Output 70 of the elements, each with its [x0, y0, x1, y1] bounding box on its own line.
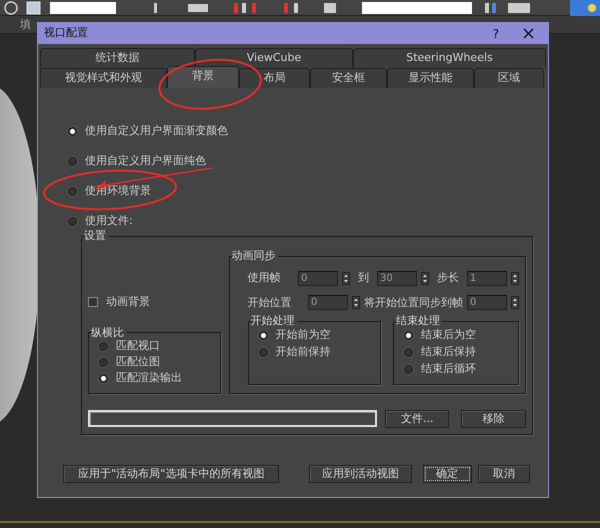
number-field[interactable]: 0: [467, 295, 507, 310]
tab[interactable]: 统计数据: [40, 48, 195, 68]
number-field[interactable]: 0: [298, 270, 338, 286]
tab[interactable]: 安全框: [310, 68, 387, 88]
radio-button[interactable]: [404, 365, 413, 374]
ribbon-tab[interactable]: 填: [20, 16, 31, 33]
highlighted-tool-icon[interactable]: [570, 0, 600, 16]
number-field[interactable]: 1: [467, 270, 507, 286]
radio-button[interactable]: [258, 348, 268, 357]
radio-label: 匹配渲染输出: [116, 370, 182, 386]
field-label: 将开始位置同步到帧: [364, 294, 463, 310]
checkbox[interactable]: [88, 297, 98, 308]
tab[interactable]: ViewCube: [195, 48, 353, 68]
radio-label: 开始前保持: [276, 344, 331, 360]
radio-button[interactable]: [99, 358, 108, 367]
radio-label: 结束后保持: [421, 344, 476, 360]
spinner-icon[interactable]: [421, 272, 429, 285]
spinner-icon[interactable]: [511, 272, 519, 285]
spinner-icon[interactable]: [352, 296, 360, 310]
radio-label: 匹配位图: [116, 354, 160, 370]
group-title: 动画同步: [232, 250, 277, 262]
tab[interactable]: 视觉样式和外观: [40, 68, 167, 88]
toolbar-field[interactable]: [362, 2, 472, 14]
tab[interactable]: 背景: [167, 66, 239, 88]
tab[interactable]: 显示性能: [387, 68, 474, 88]
dialog-button[interactable]: 取消: [478, 465, 530, 483]
spinner-icon[interactable]: [342, 272, 350, 285]
radio-button[interactable]: [68, 126, 77, 136]
circle-icon[interactable]: [4, 0, 18, 14]
radio-button[interactable]: [68, 216, 77, 226]
radio-button[interactable]: [99, 374, 108, 383]
tab[interactable]: SteeringWheels: [353, 48, 546, 68]
radio-button[interactable]: [258, 331, 268, 340]
radio-label: 匹配视口: [116, 338, 160, 354]
spinner-icon[interactable]: [511, 296, 519, 310]
group-title: 结束处理: [396, 315, 441, 327]
field-label: 开始位置: [248, 294, 293, 310]
radio-label: 使用自定义用户界面纯色: [85, 152, 206, 169]
tab[interactable]: 布局: [239, 68, 310, 88]
radio-label: 结束后循环: [421, 361, 476, 378]
radio-button[interactable]: [404, 331, 413, 340]
tab[interactable]: 区域: [474, 68, 544, 88]
checkbox-label: 动画背景: [106, 294, 150, 310]
number-field[interactable]: 0: [308, 295, 348, 310]
field-label: 步长: [437, 270, 459, 286]
radio-label: 使用自定义用户界面渐变颜色: [85, 122, 228, 139]
file-path-field[interactable]: [88, 410, 377, 427]
field-label: 使用帧: [248, 270, 282, 286]
group-title: 开始处理: [250, 315, 296, 327]
file-button[interactable]: 文件...: [384, 410, 450, 428]
close-icon[interactable]: [523, 28, 534, 39]
dialog-title: 视口配置: [44, 25, 88, 42]
radio-button[interactable]: [404, 348, 413, 357]
radio-label: 开始前为空: [276, 327, 331, 344]
remove-button[interactable]: 移除: [461, 410, 526, 428]
radio-button[interactable]: [68, 156, 77, 166]
dialog-button[interactable]: 应用到活动视图: [309, 465, 412, 483]
group-title: 设置: [84, 230, 107, 242]
group-title: 纵横比: [91, 326, 125, 338]
dialog-button[interactable]: 确定: [422, 465, 472, 483]
window-icon[interactable]: [26, 0, 42, 14]
radio-button[interactable]: [68, 186, 77, 196]
radio-label: 结束后为空: [421, 327, 476, 344]
help-button[interactable]: ?: [492, 24, 499, 42]
dialog-button[interactable]: 应用于"活动布局"选项卡中的所有视图: [63, 465, 280, 483]
number-field[interactable]: 30: [377, 270, 417, 286]
field-label: 到: [358, 270, 369, 286]
radio-label: 使用文件:: [85, 212, 133, 229]
toolbar-field[interactable]: [50, 2, 116, 14]
radio-button[interactable]: [99, 342, 108, 351]
